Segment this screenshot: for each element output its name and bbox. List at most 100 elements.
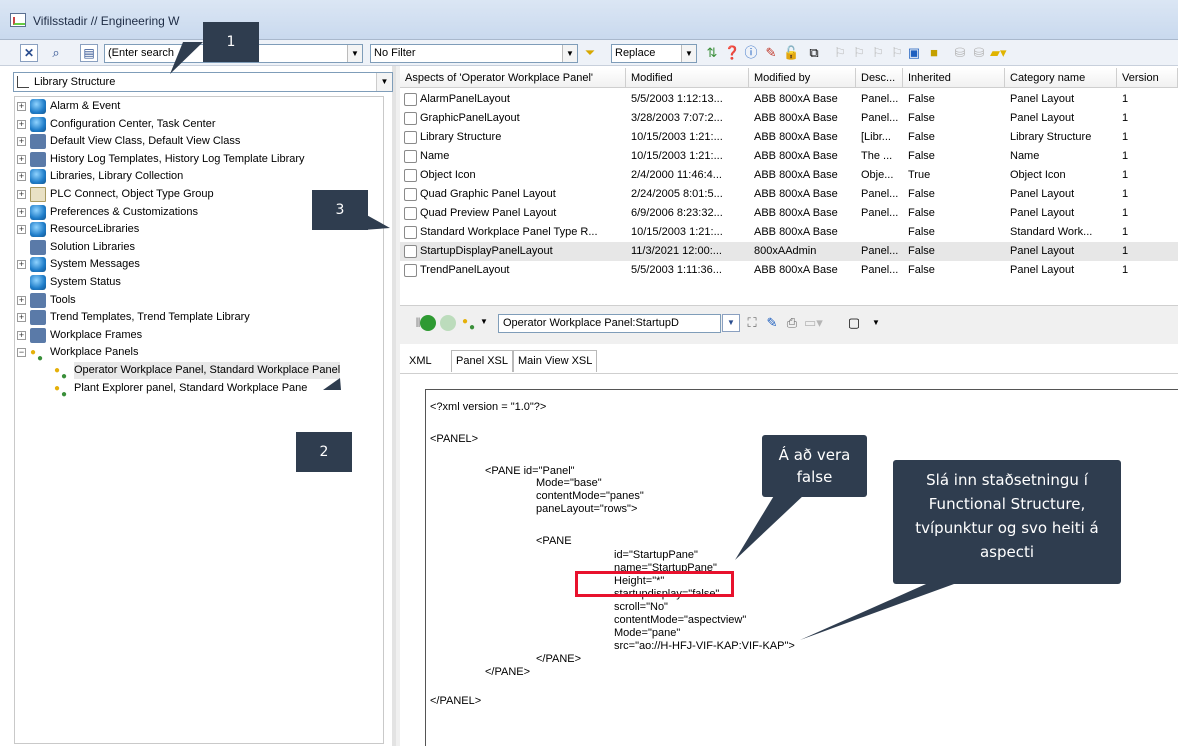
table-cell: False [908, 93, 935, 105]
panels-icon [54, 362, 70, 385]
column-header[interactable]: Aspects of 'Operator Workplace Panel' [400, 68, 626, 88]
table-cell: GraphicPanelLayout [420, 112, 520, 124]
tab-xml[interactable]: XML [404, 350, 437, 372]
table-cell: Panel... [861, 207, 899, 219]
column-header[interactable]: Desc... [856, 68, 903, 88]
column-header[interactable]: Modified by [749, 68, 856, 88]
history-log-icon [30, 151, 46, 167]
table-row[interactable]: Standard Workplace Panel Type R... 10/15/… [400, 223, 1178, 242]
close-view-icon[interactable]: ✕ [20, 44, 38, 62]
table-cell: Panel... [861, 93, 899, 105]
expand-icon[interactable]: + [17, 330, 26, 340]
tree-view-icon[interactable]: ⛶ [744, 315, 760, 331]
table-cell: True [908, 169, 931, 181]
table-cell: Obje... [861, 169, 894, 181]
filter-funnel-icon[interactable]: ⏷ [582, 45, 598, 61]
frames-icon [30, 327, 46, 343]
tab-panel-xsl[interactable]: Panel XSL [451, 350, 513, 372]
unlock-icon[interactable]: 🔓 [783, 45, 799, 61]
table-cell: ABB 800xA Base [754, 264, 838, 276]
column-header[interactable]: Category name [1005, 68, 1117, 88]
search-icon[interactable]: ⌕ [48, 45, 64, 61]
expand-icon[interactable]: + [17, 190, 26, 199]
aspect-icon [404, 264, 417, 277]
table-row[interactable]: TrendPanelLayout 5/5/2003 1:11:36... ABB 8… [400, 261, 1178, 280]
chevron-down-icon[interactable]: ▼ [476, 314, 492, 330]
expand-icon[interactable]: + [17, 102, 26, 111]
expand-icon[interactable]: + [17, 207, 26, 217]
chevron-down-icon[interactable]: ▼ [376, 73, 392, 91]
column-header[interactable]: Inherited [903, 68, 1005, 88]
view-class-icon [30, 134, 46, 150]
table-cell: StartupDisplayPanelLayout [420, 245, 553, 257]
table-cell: 1 [1122, 93, 1129, 105]
table-cell: 1 [1122, 112, 1129, 124]
callout-should-be-false: Á að vera false [762, 435, 867, 497]
table-row[interactable]: Library Structure 10/15/2003 1:21:... ABB … [400, 128, 1178, 147]
info-icon[interactable]: ⓘ [743, 45, 759, 61]
xml-line: <PANE [536, 535, 572, 547]
filter-select[interactable]: No Filter ▼ [370, 44, 578, 63]
lock-object-icon[interactable]: ✎ [763, 45, 779, 61]
pin-icon[interactable]: ✎ [764, 315, 780, 331]
aspect-select[interactable]: Operator Workplace Panel:StartupD [498, 314, 721, 333]
sort-icon[interactable]: ⇅ [704, 45, 720, 61]
expand-icon[interactable]: + [17, 119, 26, 129]
tree-item-label: Workplace Frames [50, 328, 143, 341]
xml-line: scroll="No" [614, 601, 668, 613]
column-header[interactable]: Modified [626, 68, 749, 88]
cube-icon [30, 257, 46, 273]
table-row[interactable]: Name 10/15/2003 1:21:... ABB 800xA Base The… [400, 147, 1178, 166]
table-cell: False [908, 264, 935, 276]
table-cell: False [908, 245, 935, 257]
table-cell: AlarmPanelLayout [420, 93, 510, 105]
chevron-down-icon[interactable]: ▼ [681, 45, 696, 62]
table-cell: False [908, 188, 935, 200]
table-cell: False [908, 207, 935, 219]
expand-icon[interactable]: + [17, 154, 26, 164]
column-header[interactable]: Version [1117, 68, 1178, 88]
import-icon[interactable]: ■ [926, 45, 942, 61]
table-row[interactable]: Quad Graphic Panel Layout 2/24/2005 8:01:… [400, 185, 1178, 204]
mode-select[interactable]: Replace ▼ [611, 44, 697, 63]
xml-line: <?xml version = "1.0"?> [430, 401, 547, 413]
cube-icon [30, 99, 46, 114]
window-icon[interactable]: ▢ [846, 315, 862, 331]
disabled-tool-icon: ⚐ [853, 45, 865, 60]
back-icon[interactable] [420, 315, 436, 331]
table-cell: [Libr... [861, 131, 891, 143]
table-row[interactable]: GraphicPanelLayout 3/28/2003 7:07:2... ABB… [400, 109, 1178, 128]
chevron-down-icon[interactable]: ▼ [562, 45, 577, 62]
expand-icon[interactable]: + [17, 260, 26, 270]
table-row[interactable]: Object Icon 2/4/2000 11:46:4... ABB 800xA … [400, 166, 1178, 185]
expand-icon[interactable]: + [17, 172, 26, 182]
expand-icon[interactable]: + [17, 313, 26, 323]
chevron-down-icon[interactable]: ▼ [347, 45, 362, 62]
tree-toggle-icon[interactable]: ▤ [80, 44, 98, 62]
aspect-icon [404, 207, 417, 220]
help-icon[interactable]: ❓ [724, 45, 740, 61]
tree-item-label: Alarm & Event [50, 100, 121, 112]
disabled-tool-icon: ⚐ [872, 45, 884, 60]
expand-icon[interactable]: + [17, 225, 26, 235]
copy-icon[interactable]: ⧉ [806, 45, 822, 61]
table-cell: ABB 800xA Base [754, 226, 838, 238]
table-row[interactable]: StartupDisplayPanelLayout 11/3/2021 12:00… [400, 242, 1178, 261]
folder-icon[interactable]: ▰▾ [990, 45, 1007, 61]
structure-select[interactable]: Library Structure ▼ [13, 72, 393, 92]
table-row[interactable]: AlarmPanelLayout 5/5/2003 1:12:13... ABB 8… [400, 90, 1178, 109]
print-icon[interactable]: ⎙ [784, 315, 800, 331]
chevron-down-icon[interactable]: ▼ [722, 314, 740, 332]
cube-icon [30, 204, 46, 220]
tree-item-label: PLC Connect, Object Type Group [50, 188, 214, 200]
table-row[interactable]: Quad Preview Panel Layout 6/9/2006 8:23:3… [400, 204, 1178, 223]
tab-main-view-xsl[interactable]: Main View XSL [513, 350, 598, 372]
expand-icon[interactable]: + [17, 137, 26, 147]
panels-icon [54, 380, 70, 403]
forward-icon[interactable] [440, 315, 456, 331]
collapse-icon[interactable]: − [17, 348, 26, 358]
properties-icon[interactable]: ▣ [906, 45, 922, 61]
chevron-down-icon[interactable]: ▼ [868, 315, 884, 331]
expand-icon[interactable]: + [17, 295, 26, 305]
table-cell: 5/5/2003 1:12:13... [631, 93, 723, 105]
